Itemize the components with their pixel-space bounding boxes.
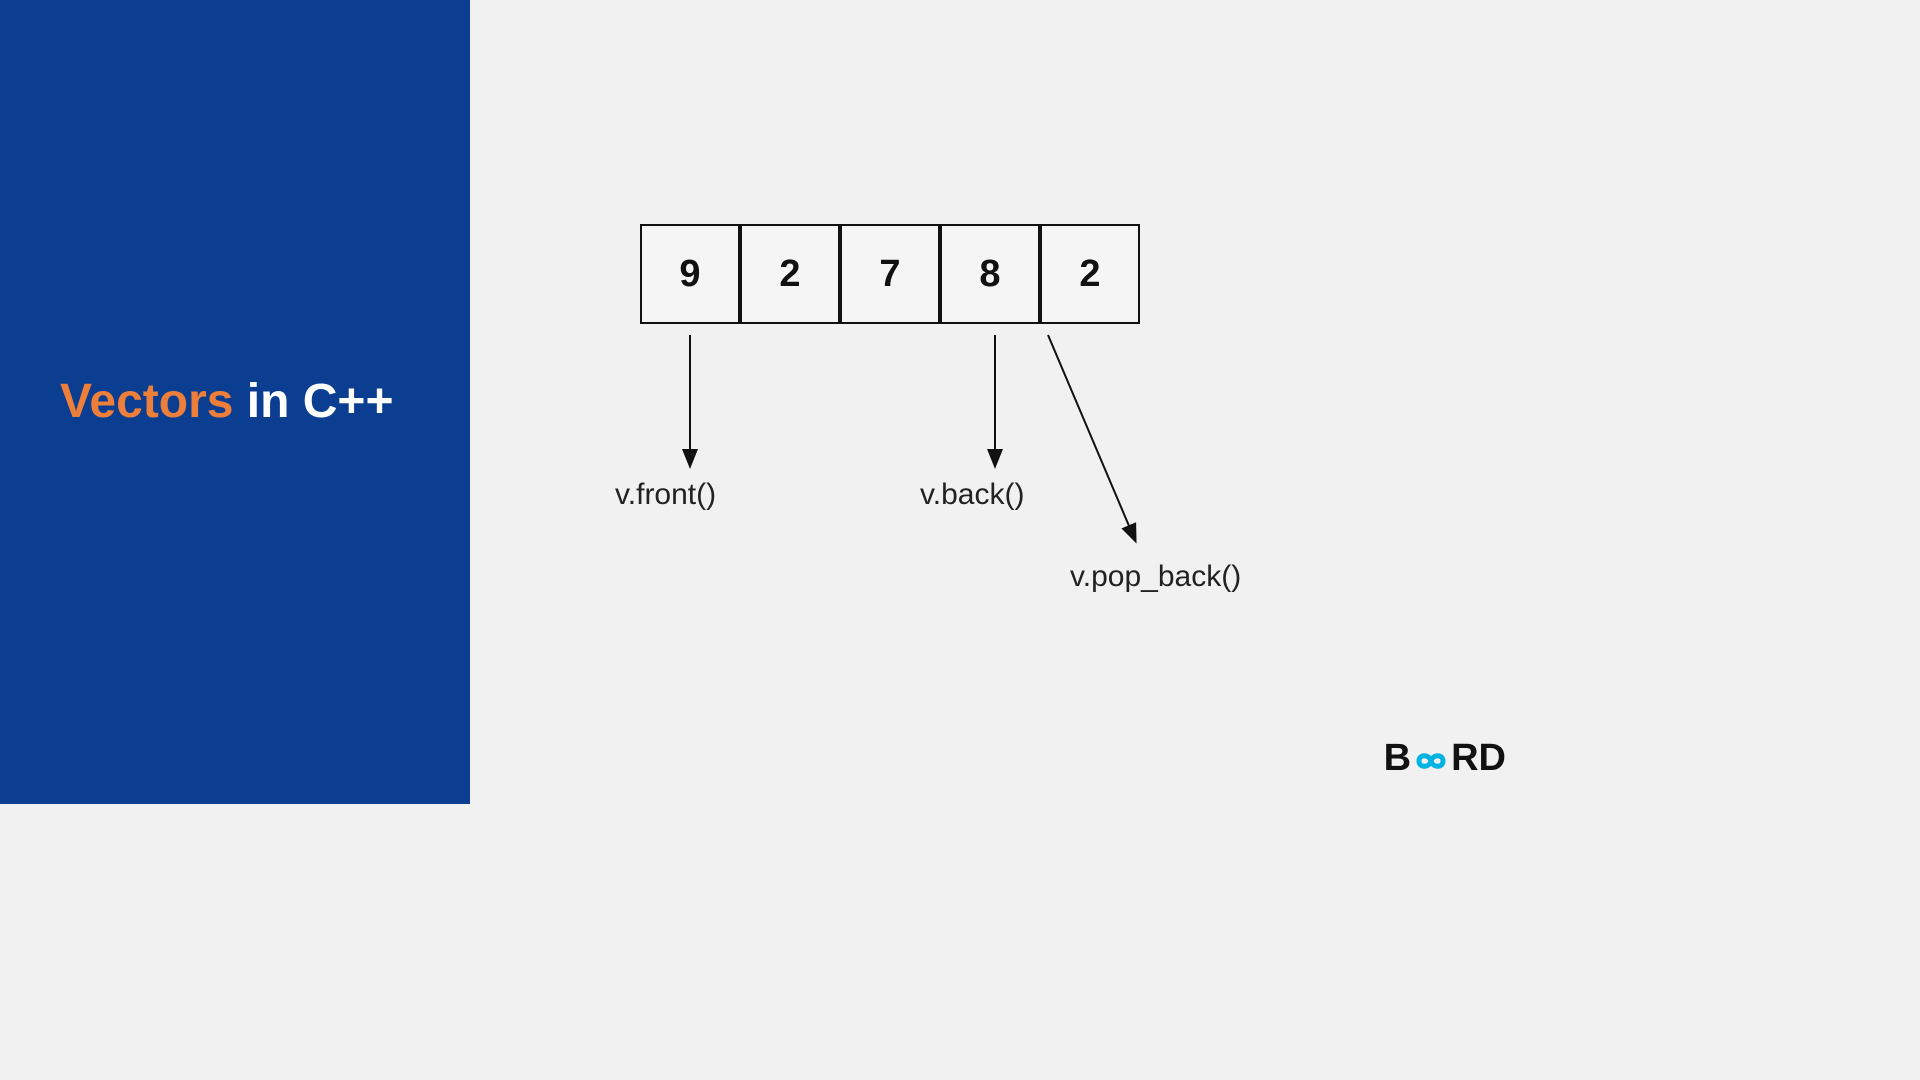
infinity-icon	[1409, 748, 1453, 774]
left-panel: Vectors in C++	[0, 0, 470, 804]
arrows-svg	[470, 0, 1536, 804]
board-logo: B RD	[1384, 737, 1506, 780]
vector-cell-1: 2	[740, 224, 840, 324]
label-back: v.back()	[920, 478, 1024, 512]
label-front: v.front()	[615, 478, 716, 512]
logo-b: B	[1384, 737, 1411, 780]
title-accent: Vectors	[60, 375, 233, 428]
title-rest: in C++	[233, 375, 393, 428]
diagram-area: 9 2 7 8 2 v.front() v.back() v.pop_back(…	[470, 0, 1536, 804]
vector-cell-2: 7	[840, 224, 940, 324]
logo-rd: RD	[1451, 737, 1506, 780]
vector-row: 9 2 7 8 2	[640, 224, 1140, 324]
label-pop-back: v.pop_back()	[1070, 560, 1241, 594]
vector-cell-4: 2	[1040, 224, 1140, 324]
page-title: Vectors in C++	[60, 376, 394, 429]
vector-cell-0: 9	[640, 224, 740, 324]
arrow-pop-back	[1048, 335, 1135, 540]
vector-cell-3: 8	[940, 224, 1040, 324]
